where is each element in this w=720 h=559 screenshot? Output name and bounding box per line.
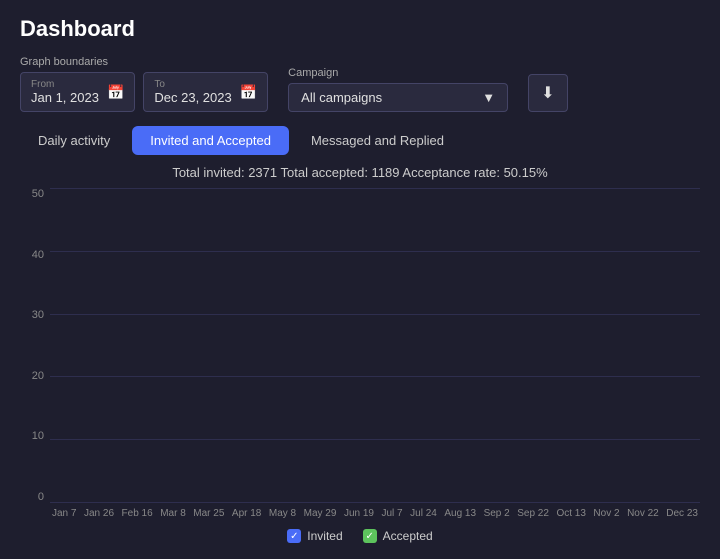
x-axis: Jan 7 Jan 26 Feb 16 Mar 8 Mar 25 Apr 18 May 8 M… [50, 503, 700, 523]
legend: ✓ Invited ✓ Accepted [20, 529, 700, 543]
y-label-20: 20 [32, 370, 44, 382]
chart-container: 50 40 30 20 10 0 Jan 7Jan 2 [20, 188, 700, 543]
x-label: Jan 7 [52, 508, 76, 519]
download-button[interactable]: ⬇ [528, 74, 567, 112]
from-calendar-icon: 📅 [107, 84, 124, 101]
y-label-10: 10 [32, 430, 44, 442]
y-label-50: 50 [32, 188, 44, 200]
to-label: To [154, 79, 231, 90]
campaign-label: Campaign [288, 67, 508, 79]
chart-area: 50 40 30 20 10 0 Jan 7Jan 2 [20, 188, 700, 523]
legend-accepted: ✓ Accepted [363, 529, 433, 543]
stats-text: Total invited: 2371 Total accepted: 1189… [172, 165, 547, 180]
graph-boundaries-label: Graph boundaries [20, 56, 268, 68]
from-label: From [31, 79, 99, 90]
legend-invited: ✓ Invited [287, 529, 342, 543]
y-label-40: 40 [32, 249, 44, 261]
x-label: May 8 [269, 508, 296, 519]
x-label: Jun 19 [344, 508, 374, 519]
chevron-down-icon: ▼ [482, 90, 495, 105]
to-value: Dec 23, 2023 [154, 90, 231, 105]
tab-messaged-replied[interactable]: Messaged and Replied [293, 126, 462, 155]
x-label: Nov 2 [593, 508, 619, 519]
bars-container [50, 188, 700, 503]
x-label: Mar 8 [160, 508, 186, 519]
accepted-label: Accepted [383, 529, 433, 543]
page-title: Dashboard [20, 16, 700, 42]
invited-label: Invited [307, 529, 342, 543]
to-calendar-icon: 📅 [240, 84, 257, 101]
stats-row: Total invited: 2371 Total accepted: 1189… [20, 165, 700, 180]
x-label: Feb 16 [122, 508, 153, 519]
campaign-group: Campaign All campaigns ▼ [288, 67, 508, 112]
from-value: Jan 1, 2023 [31, 90, 99, 105]
y-label-0: 0 [38, 491, 44, 503]
x-label: Aug 13 [444, 508, 476, 519]
campaign-select[interactable]: All campaigns ▼ [288, 83, 508, 112]
chart-inner: Jan 7 Jan 26 Feb 16 Mar 8 Mar 25 Apr 18 May 8 M… [50, 188, 700, 523]
x-label: Dec 23 [666, 508, 698, 519]
invited-checkbox[interactable]: ✓ [287, 529, 301, 543]
campaign-value: All campaigns [301, 90, 474, 105]
x-label: Oct 13 [556, 508, 585, 519]
x-label: May 29 [304, 508, 337, 519]
y-label-30: 30 [32, 309, 44, 321]
graph-boundaries-group: Graph boundaries From Jan 1, 2023 📅 To D… [20, 56, 268, 112]
download-icon: ⬇ [541, 83, 554, 103]
tabs-row: Daily activity Invited and Accepted Mess… [20, 126, 700, 155]
x-label: Jan 26 [84, 508, 114, 519]
tab-daily-activity[interactable]: Daily activity [20, 126, 128, 155]
tab-invited-accepted[interactable]: Invited and Accepted [132, 126, 289, 155]
accepted-checkbox[interactable]: ✓ [363, 529, 377, 543]
to-date-field[interactable]: To Dec 23, 2023 📅 [143, 72, 268, 112]
x-label: Mar 25 [193, 508, 224, 519]
x-label: Sep 22 [517, 508, 549, 519]
x-label: Sep 2 [484, 508, 510, 519]
y-axis: 50 40 30 20 10 0 [20, 188, 50, 523]
controls-row: Graph boundaries From Jan 1, 2023 📅 To D… [20, 56, 700, 112]
from-date-field[interactable]: From Jan 1, 2023 📅 [20, 72, 135, 112]
dashboard-page: Dashboard Graph boundaries From Jan 1, 2… [0, 0, 720, 559]
x-label: Nov 22 [627, 508, 659, 519]
x-label: Jul 7 [382, 508, 403, 519]
x-label: Jul 24 [410, 508, 437, 519]
x-label: Apr 18 [232, 508, 261, 519]
date-inputs: From Jan 1, 2023 📅 To Dec 23, 2023 📅 [20, 72, 268, 112]
